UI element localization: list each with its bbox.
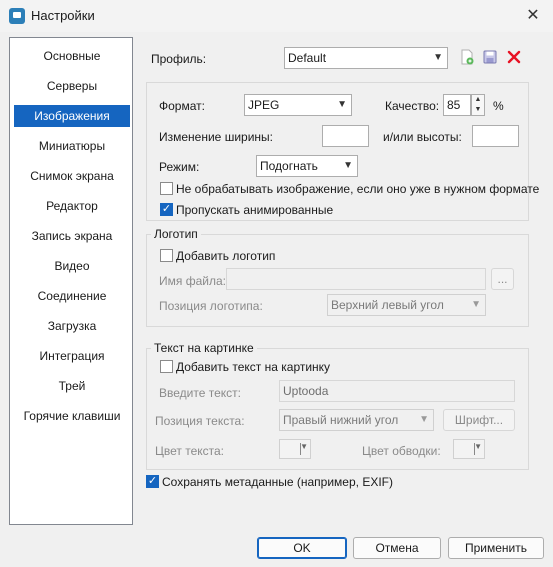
quality-label: Качество: [385, 99, 440, 113]
browse-logo-button[interactable]: ... [491, 268, 514, 290]
save-profile-icon[interactable] [481, 49, 499, 67]
spin-up-icon[interactable]: ▲ [472, 95, 484, 105]
stroke-color-picker[interactable]: ▼ [453, 439, 485, 459]
keep-metadata-label: Сохранять метаданные (например, EXIF) [162, 475, 393, 489]
height-input[interactable] [472, 125, 519, 147]
sidebar-item-servers[interactable]: Серверы [14, 75, 130, 97]
add-text-checkbox[interactable] [160, 360, 173, 373]
sidebar-item-hotkeys[interactable]: Горячие клавиши [14, 405, 130, 427]
text-position-label: Позиция текста: [155, 414, 245, 428]
keep-metadata-checkbox[interactable]: ✓ [146, 475, 159, 488]
profile-value: Default [288, 51, 327, 65]
format-select[interactable]: JPEG ▼ [244, 94, 352, 116]
spin-down-icon[interactable]: ▼ [472, 105, 484, 115]
logo-file-label: Имя файла: [159, 274, 226, 288]
logo-position-label: Позиция логотипа: [159, 299, 263, 313]
profile-label: Профиль: [151, 52, 207, 66]
chevron-down-icon: ▼ [337, 99, 347, 110]
font-button[interactable]: Шрифт... [443, 409, 515, 431]
add-text-label: Добавить текст на картинку [176, 360, 331, 374]
sidebar-item-connection[interactable]: Соединение [14, 285, 130, 307]
skip-processing-checkbox[interactable] [160, 182, 173, 195]
mode-select[interactable]: Подогнать ▼ [256, 155, 358, 177]
width-label: Изменение ширины: [159, 130, 273, 144]
skip-animated-label: Пропускать анимированные [176, 203, 334, 217]
logo-group-title: Логотип [151, 227, 201, 241]
profile-select[interactable]: Default ▼ [284, 47, 448, 69]
text-input-label: Введите текст: [159, 386, 241, 400]
text-input[interactable]: Uptooda [279, 380, 515, 402]
apply-button[interactable]: Применить [448, 537, 544, 559]
quality-unit: % [493, 99, 504, 113]
mode-label: Режим: [159, 160, 200, 174]
sidebar-item-thumbnails[interactable]: Миниатюры [14, 135, 130, 157]
format-value: JPEG [248, 98, 280, 112]
logo-position-select[interactable]: Верхний левый угол ▼ [327, 294, 486, 316]
format-label: Формат: [159, 99, 205, 113]
sidebar-item-images[interactable]: Изображения [14, 105, 130, 127]
add-logo-label: Добавить логотип [176, 249, 276, 263]
sidebar-item-editor[interactable]: Редактор [14, 195, 130, 217]
width-input[interactable] [322, 125, 369, 147]
chevron-down-icon: ▼ [419, 414, 429, 425]
sidebar-item-upload[interactable]: Загрузка [14, 315, 130, 337]
skip-processing-label: Не обрабатывать изображение, если оно уж… [176, 182, 540, 196]
skip-animated-checkbox[interactable]: ✓ [160, 203, 173, 216]
close-icon[interactable]: ✕ [521, 5, 545, 27]
text-color-label: Цвет текста: [155, 444, 225, 458]
text-group-title: Текст на картинке [151, 341, 257, 355]
chevron-down-icon: ▼ [474, 442, 482, 451]
sidebar-item-integration[interactable]: Интеграция [14, 345, 130, 367]
delete-profile-icon[interactable] [505, 49, 523, 67]
chevron-down-icon: ▼ [300, 442, 308, 451]
quality-spinner[interactable]: ▲ ▼ [471, 94, 485, 116]
text-position-select[interactable]: Правый нижний угол ▼ [279, 409, 434, 431]
add-logo-checkbox[interactable] [160, 249, 173, 262]
ok-button[interactable]: OK [257, 537, 347, 559]
sidebar-item-screenshot[interactable]: Снимок экрана [14, 165, 130, 187]
logo-position-value: Верхний левый угол [331, 298, 444, 312]
chevron-down-icon: ▼ [433, 52, 443, 63]
sidebar-item-tray[interactable]: Трей [14, 375, 130, 397]
app-icon [9, 8, 25, 24]
chevron-down-icon: ▼ [343, 160, 353, 171]
text-color-picker[interactable]: ▼ [279, 439, 311, 459]
stroke-color-label: Цвет обводки: [362, 444, 441, 458]
window-title: Настройки [31, 8, 95, 23]
mode-value: Подогнать [260, 159, 318, 173]
sidebar-item-general[interactable]: Основные [14, 45, 130, 67]
add-profile-icon[interactable] [458, 49, 476, 67]
cancel-button[interactable]: Отмена [353, 537, 441, 559]
sidebar-item-video[interactable]: Видео [14, 255, 130, 277]
chevron-down-icon: ▼ [471, 299, 481, 310]
text-position-value: Правый нижний угол [283, 413, 399, 427]
settings-sidebar: Основные Серверы Изображения Миниатюры С… [9, 37, 133, 525]
quality-input[interactable]: 85 [443, 94, 471, 116]
height-label: и/или высоты: [383, 130, 462, 144]
sidebar-item-screen-recording[interactable]: Запись экрана [14, 225, 130, 247]
logo-file-input[interactable] [226, 268, 486, 290]
title-bar: Настройки ✕ [0, 0, 553, 32]
